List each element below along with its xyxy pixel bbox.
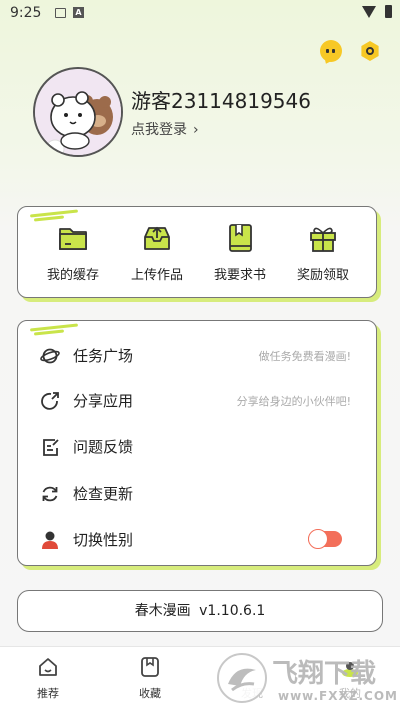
feedback-icon [40, 437, 60, 457]
status-bar: 9:25 A [0, 0, 400, 28]
nav-label: 收藏 [139, 687, 161, 700]
watermark-logo: 飞翔下载 www.FXXZ.COM [217, 653, 398, 703]
quick-action-label: 奖励领取 [296, 268, 349, 283]
svg-text:www.FXXZ.COM: www.FXXZ.COM [278, 689, 398, 703]
menu-item-label: 分享应用 [73, 392, 134, 410]
a-notification-icon: A [73, 7, 84, 18]
menu-item-label: 检查更新 [73, 485, 134, 503]
menu-item-hint: 分享给身边的小伙伴吧! [236, 395, 351, 408]
gender-toggle[interactable] [308, 529, 342, 549]
app-version: v1.10.6.1 [199, 603, 266, 619]
menu-item-tasks[interactable]: 任务广场 做任务免费看漫画! [18, 333, 378, 377]
card-accent-stroke [29, 323, 80, 336]
status-time: 9:25 [10, 5, 42, 21]
app-name: 春木漫画 [134, 603, 191, 619]
folder-icon [56, 221, 90, 255]
settings-button[interactable] [359, 40, 381, 62]
chevron-right-icon: › [193, 122, 199, 138]
refresh-icon [40, 484, 60, 504]
gallery-notification-icon [55, 8, 66, 18]
share-icon [40, 391, 60, 411]
card-accent-stroke [29, 209, 80, 222]
menu-item-share[interactable]: 分享应用 分享给身边的小伙伴吧! [18, 378, 378, 422]
quick-action-label: 我要求书 [213, 268, 266, 283]
quick-actions-card: 我的缓存 上传作品 我要求书 奖励领取 [17, 206, 377, 298]
nav-label: 推荐 [37, 687, 59, 700]
nav-tab-favorites[interactable]: 收藏 [120, 655, 180, 701]
nav-tab-recommend[interactable]: 推荐 [18, 655, 78, 701]
person-icon [40, 530, 60, 550]
menu-item-hint: 做任务免费看漫画! [258, 350, 351, 363]
chat-icon [326, 49, 329, 53]
book-icon [223, 221, 257, 255]
home-icon [36, 655, 60, 679]
svg-text:飞翔下载: 飞翔下载 [272, 659, 376, 689]
avatar-bear-illustration [35, 69, 121, 155]
planet-icon [40, 346, 60, 366]
version-bar[interactable]: 春木漫画 v1.10.6.1 [17, 590, 383, 632]
bookmark-icon [138, 655, 162, 679]
watermark: 飞翔下载 www.FXXZ.COM [212, 648, 398, 708]
upload-tray-icon [140, 221, 174, 255]
menu-item-label: 切换性别 [73, 531, 134, 549]
settings-menu-card: 任务广场 做任务免费看漫画! 分享应用 分享给身边的小伙伴吧! 问题反馈 检查更… [17, 320, 377, 566]
menu-item-feedback[interactable]: 问题反馈 [18, 424, 378, 468]
menu-item-switch-gender[interactable]: 切换性别 [18, 517, 378, 561]
toggle-knob [308, 529, 328, 549]
gift-icon [306, 221, 340, 255]
quick-action-upload[interactable]: 上传作品 [122, 221, 192, 283]
quick-action-rewards[interactable]: 奖励领取 [288, 221, 358, 283]
menu-item-label: 问题反馈 [73, 438, 134, 456]
quick-action-cache[interactable]: 我的缓存 [38, 221, 108, 283]
avatar[interactable] [33, 67, 123, 157]
username: 游客23114819546 [131, 89, 311, 113]
quick-action-label: 我的缓存 [46, 268, 99, 283]
battery-icon [385, 5, 392, 18]
menu-item-check-update[interactable]: 检查更新 [18, 471, 378, 515]
wifi-icon [362, 6, 376, 18]
menu-item-label: 任务广场 [73, 347, 134, 365]
login-link[interactable]: 点我登录 › [131, 119, 199, 139]
quick-action-label: 上传作品 [130, 268, 183, 283]
message-button[interactable] [320, 40, 342, 62]
quick-action-request-book[interactable]: 我要求书 [205, 221, 275, 283]
login-label: 点我登录 [131, 122, 187, 138]
